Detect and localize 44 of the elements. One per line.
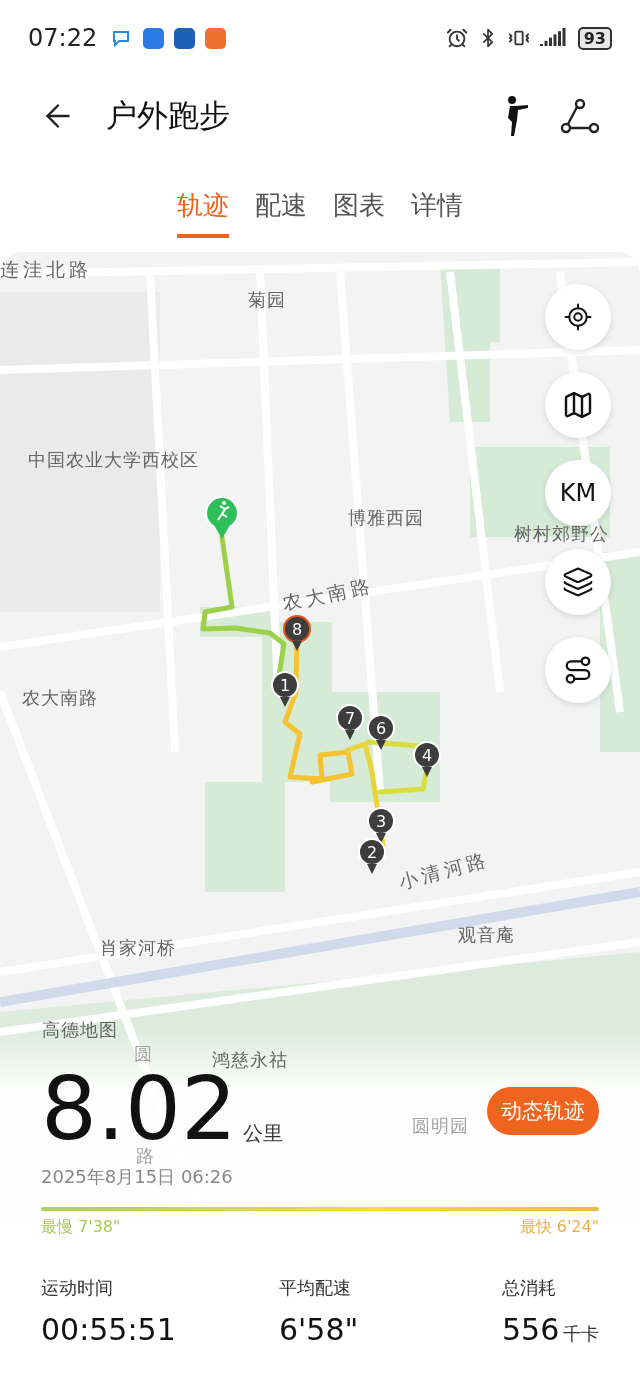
layers-button[interactable] [545, 549, 611, 615]
map-label: 鸿慈永祜 [212, 1048, 288, 1072]
map-label: 观音庵 [458, 923, 515, 947]
alarm-icon [445, 27, 468, 49]
page-title: 户外跑步 [106, 96, 231, 135]
app-icon [143, 27, 165, 49]
map-label: 连洼北路 [0, 257, 92, 282]
map-label: 肖家河桥 [100, 936, 176, 960]
map-label: 菊园 [248, 288, 286, 312]
locate-button[interactable] [545, 284, 611, 350]
map-label: 中国农业大学西校区 [28, 448, 199, 472]
map-label: 农大南路 [280, 572, 376, 617]
slowest-pace: 最慢 7'38" [41, 1217, 121, 1238]
map-label: 圆明园 [412, 1114, 469, 1138]
route-button[interactable] [545, 637, 611, 703]
map-attribution: 高德地图 [42, 1018, 118, 1042]
app-icon [174, 27, 196, 49]
stat-unit: 千卡 [563, 1322, 600, 1346]
distance-unit: 公里 [242, 1120, 283, 1147]
map-label: 农大南路 [22, 686, 98, 710]
route-icon [563, 655, 593, 685]
map-label: 圆 [134, 1042, 153, 1066]
battery-level: 93 [577, 26, 612, 50]
stat-value: 00:55:51 [41, 1312, 176, 1347]
stat-value: 6'58" [279, 1312, 359, 1347]
stat-label: 平均配速 [279, 1276, 352, 1300]
app-icon [205, 27, 227, 49]
layers-icon [562, 566, 594, 598]
map-label: 博雅西园 [348, 506, 424, 530]
map-icon [562, 389, 594, 421]
stat-label: 运动时间 [41, 1276, 114, 1300]
locate-icon [563, 302, 593, 332]
workout-date: 2025年8月15日 06:26 [41, 1165, 234, 1189]
route-share-icon[interactable] [560, 98, 600, 134]
status-time: 07:22 [28, 24, 98, 52]
tab[interactable]: 图表 [333, 188, 385, 238]
map-button[interactable] [545, 372, 611, 438]
stat-value: 556 [502, 1312, 560, 1347]
fastest-pace: 最快 6'24" [519, 1217, 599, 1238]
map-label: 小清河路 [396, 846, 492, 895]
stat-label: 总消耗 [502, 1276, 557, 1300]
tab[interactable]: 配速 [255, 188, 307, 238]
tab[interactable]: 详情 [411, 188, 463, 238]
signal-icon [539, 28, 568, 48]
